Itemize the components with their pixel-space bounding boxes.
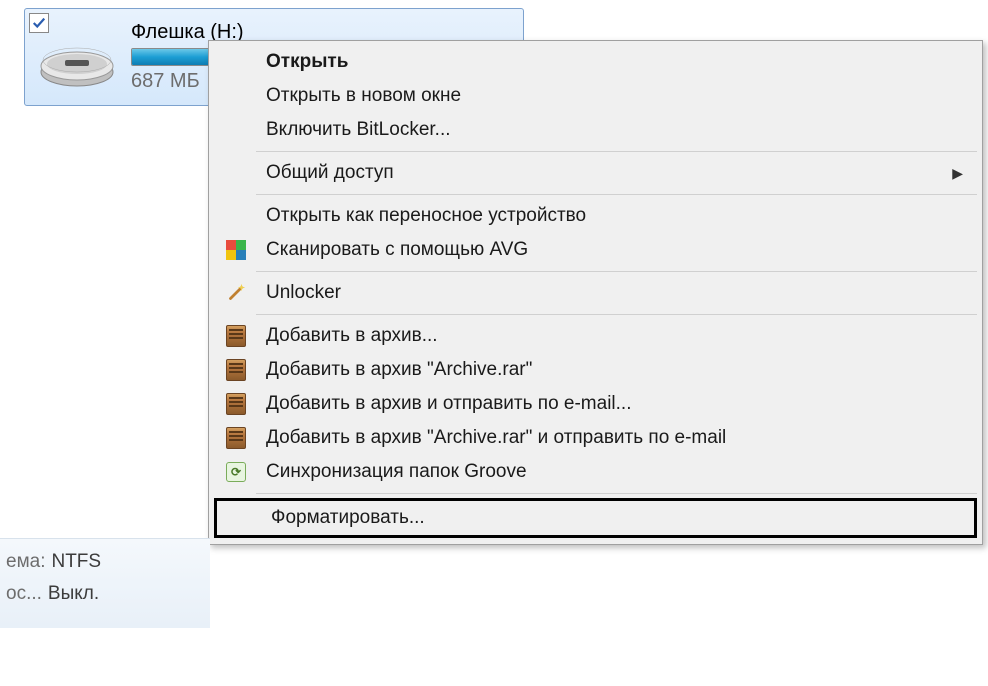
- menu-sharing[interactable]: Общий доступ ▶: [212, 156, 979, 190]
- rar-icon: [226, 393, 246, 415]
- menu-groove-sync[interactable]: ⟳ Синхронизация папок Groove: [212, 455, 979, 489]
- menu-add-archive-rar-label: Добавить в архив "Archive.rar": [266, 359, 969, 381]
- menu-scan-avg[interactable]: Сканировать с помощью AVG: [212, 233, 979, 267]
- menu-open-portable-label: Открыть как переносное устройство: [266, 205, 969, 227]
- menu-add-archive-rar-email-label: Добавить в архив "Archive.rar" и отправи…: [266, 427, 969, 449]
- format-highlight: Форматировать...: [214, 498, 977, 538]
- menu-add-archive-email-label: Добавить в архив и отправить по e-mail..…: [266, 393, 969, 415]
- capacity-fill: [132, 49, 220, 65]
- menu-separator: [256, 314, 977, 315]
- menu-open[interactable]: Открыть: [212, 45, 979, 79]
- menu-unlocker-label: Unlocker: [266, 282, 969, 304]
- menu-format-label: Форматировать...: [271, 507, 964, 529]
- menu-bitlocker[interactable]: Включить BitLocker...: [212, 113, 979, 147]
- filesystem-label: ема:: [6, 551, 45, 573]
- rar-icon: [226, 359, 246, 381]
- menu-unlocker[interactable]: Unlocker: [212, 276, 979, 310]
- menu-open-new-window[interactable]: Открыть в новом окне: [212, 79, 979, 113]
- context-menu: Открыть Открыть в новом окне Включить Bi…: [208, 40, 983, 545]
- menu-groove-sync-label: Синхронизация папок Groove: [266, 461, 969, 483]
- menu-scan-avg-label: Сканировать с помощью AVG: [266, 239, 969, 261]
- wand-icon: [225, 282, 247, 304]
- filesystem-row: ема: NTFS: [6, 551, 210, 573]
- submenu-arrow-icon: ▶: [952, 165, 963, 182]
- drive-icon: [37, 22, 117, 92]
- menu-format[interactable]: Форматировать...: [217, 501, 974, 535]
- menu-separator: [256, 151, 977, 152]
- menu-separator: [256, 271, 977, 272]
- menu-open-new-window-label: Открыть в новом окне: [266, 85, 969, 107]
- menu-add-archive[interactable]: Добавить в архив...: [212, 319, 979, 353]
- menu-sharing-label: Общий доступ: [266, 162, 952, 184]
- groove-icon: ⟳: [226, 462, 246, 482]
- details-panel: ема: NTFS ос... Выкл.: [0, 538, 210, 628]
- avg-icon: [226, 240, 246, 260]
- menu-add-archive-rar[interactable]: Добавить в архив "Archive.rar": [212, 353, 979, 387]
- menu-bitlocker-label: Включить BitLocker...: [266, 119, 969, 141]
- menu-open-portable[interactable]: Открыть как переносное устройство: [212, 199, 979, 233]
- rar-icon: [226, 427, 246, 449]
- removable-drive-icon: [37, 22, 117, 92]
- state-value: Выкл.: [48, 583, 99, 605]
- menu-separator: [256, 194, 977, 195]
- menu-open-label: Открыть: [266, 51, 969, 73]
- filesystem-value: NTFS: [51, 551, 101, 573]
- menu-add-archive-label: Добавить в архив...: [266, 325, 969, 347]
- menu-separator: [256, 493, 977, 494]
- menu-add-archive-email[interactable]: Добавить в архив и отправить по e-mail..…: [212, 387, 979, 421]
- state-label: ос...: [6, 583, 42, 605]
- menu-add-archive-rar-email[interactable]: Добавить в архив "Archive.rar" и отправи…: [212, 421, 979, 455]
- rar-icon: [226, 325, 246, 347]
- state-row: ос... Выкл.: [6, 583, 210, 605]
